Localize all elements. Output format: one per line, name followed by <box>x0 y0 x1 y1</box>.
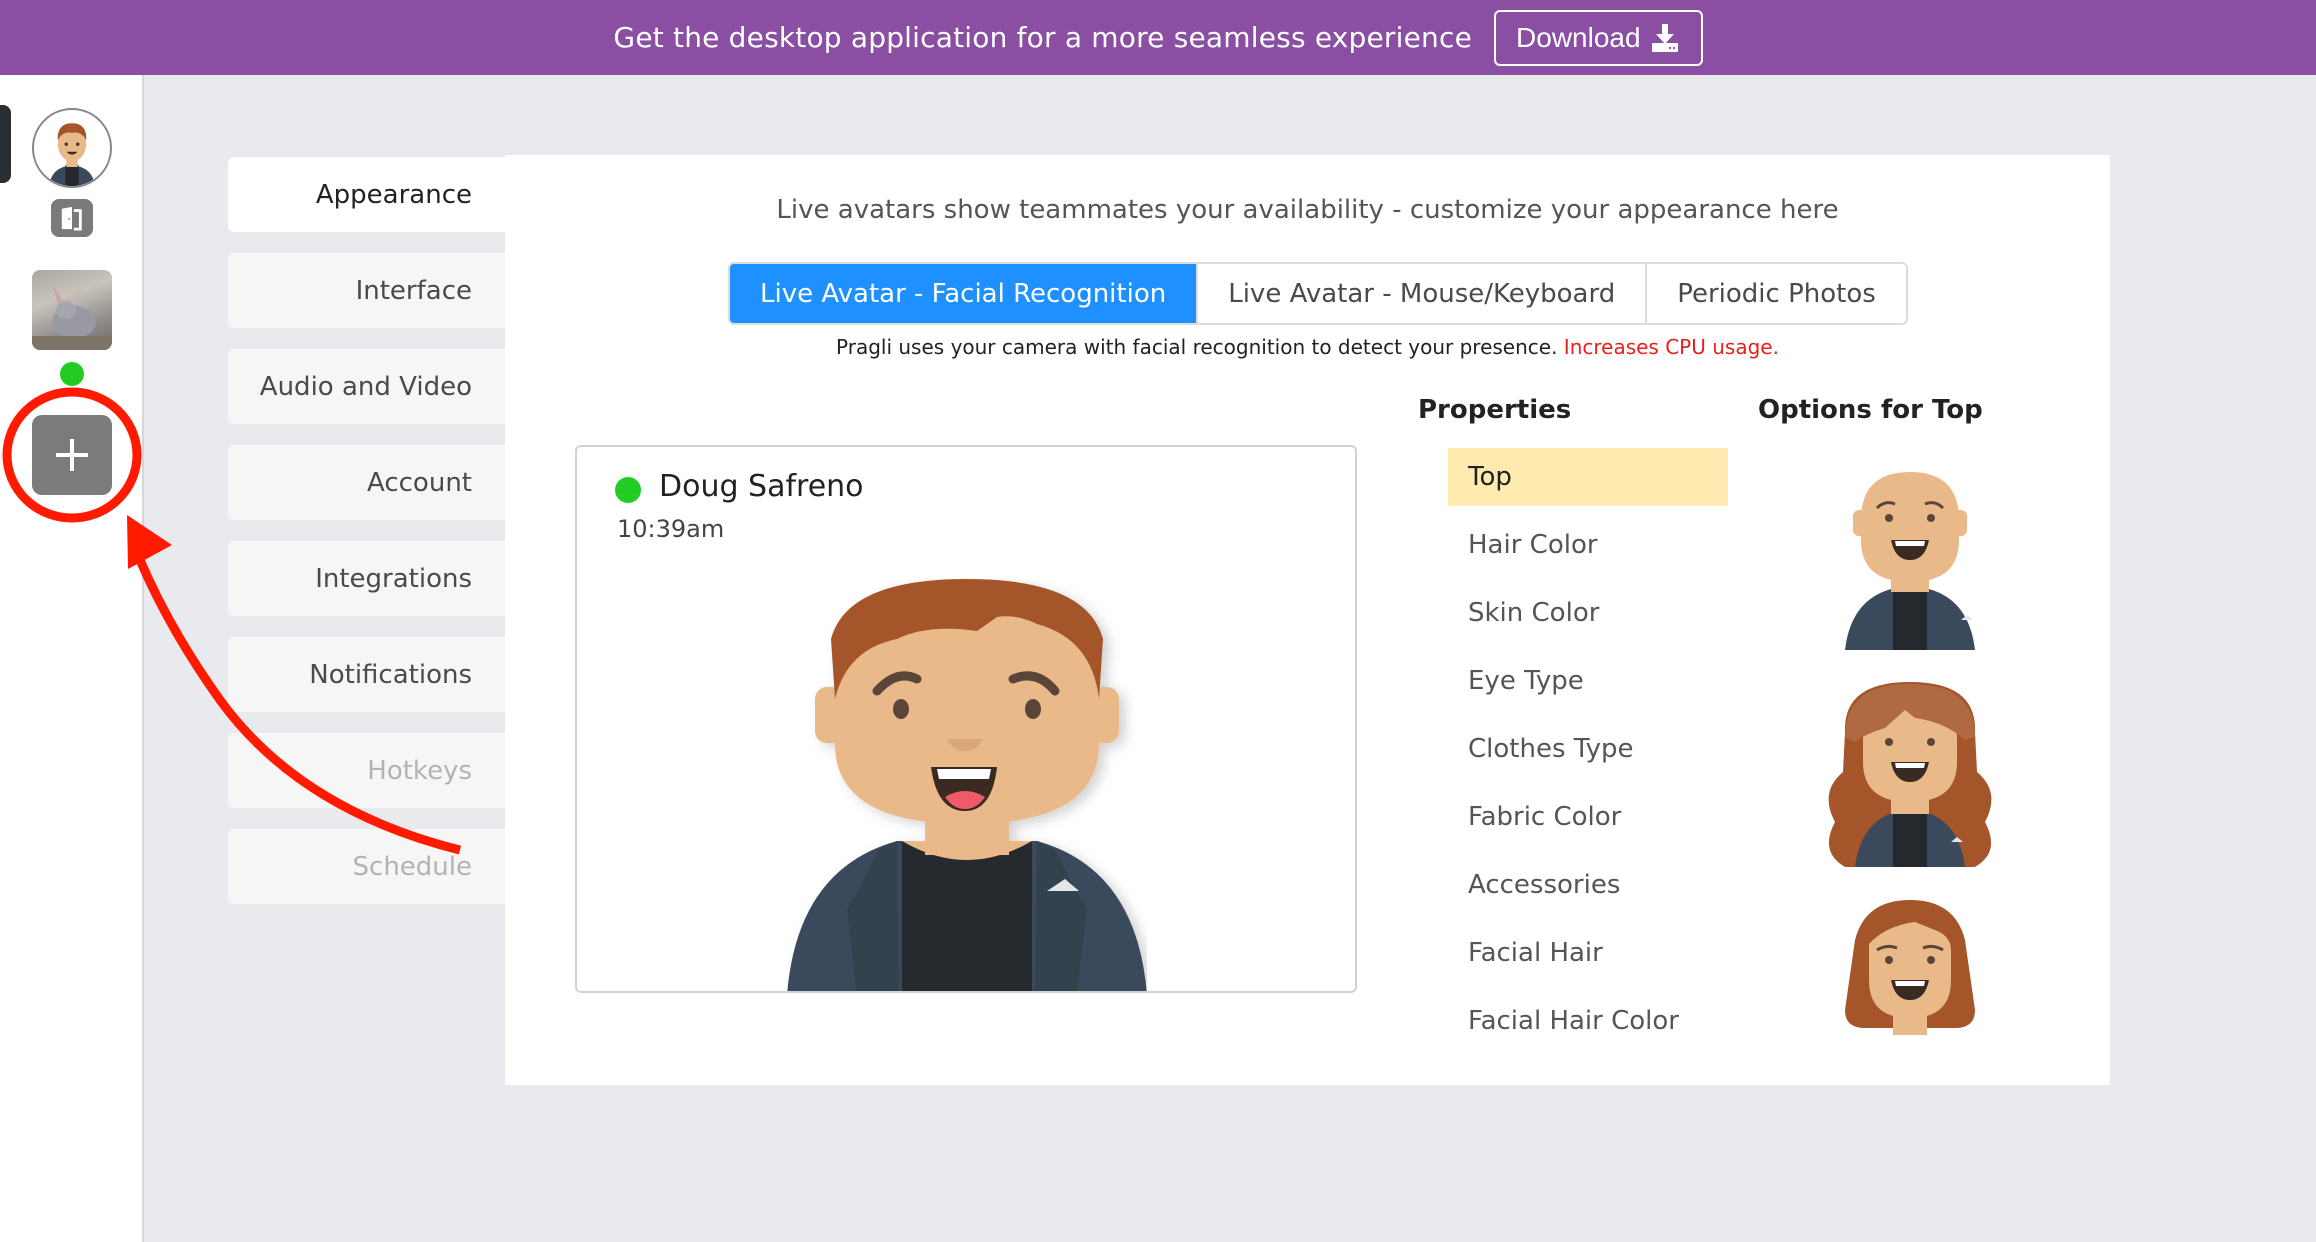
option-bob-hair[interactable] <box>1825 900 1995 1035</box>
team-rail <box>0 75 144 1242</box>
add-team-button[interactable] <box>32 415 112 495</box>
nav-item-account[interactable]: Account <box>228 445 505 520</box>
user-name: Doug Safreno <box>659 469 864 504</box>
property-hair-color[interactable]: Hair Color <box>1448 516 1728 574</box>
property-skin-color[interactable]: Skin Color <box>1448 584 1728 642</box>
tab-description-text: Pragli uses your camera with facial reco… <box>836 335 1558 359</box>
download-icon <box>1651 23 1678 52</box>
intro-text: Live avatars show teammates your availab… <box>776 195 1839 225</box>
nav-item-interface[interactable]: Interface <box>228 253 505 328</box>
properties-title: Properties <box>1418 395 1572 425</box>
avatar-illustration <box>787 579 1147 991</box>
desktop-app-banner: Get the desktop application for a more s… <box>0 0 2316 75</box>
team-photo[interactable] <box>32 270 112 350</box>
property-facial-hair[interactable]: Facial Hair <box>1448 924 1728 982</box>
nav-item-audio-and-video[interactable]: Audio and Video <box>228 349 505 424</box>
nav-item-integrations[interactable]: Integrations <box>228 541 505 616</box>
door-icon <box>61 206 82 231</box>
user-avatar[interactable] <box>32 108 112 188</box>
active-indicator <box>0 105 11 183</box>
avatar-preview-card: Doug Safreno 10:39am <box>575 445 1357 993</box>
properties-list: Top Hair Color Skin Color Eye Type Cloth… <box>1448 448 1728 1060</box>
plus-icon <box>56 439 88 471</box>
tab-facial-recognition[interactable]: Live Avatar - Facial Recognition <box>730 264 1199 323</box>
tab-periodic-photos[interactable]: Periodic Photos <box>1647 264 1906 323</box>
settings-nav: Appearance Interface Audio and Video Acc… <box>228 157 505 925</box>
door-button[interactable] <box>51 199 93 237</box>
nav-item-schedule: Schedule <box>228 829 505 904</box>
avatar-icon <box>49 123 95 186</box>
avatar-mode-tabs: Live Avatar - Facial Recognition Live Av… <box>728 262 1908 325</box>
banner-message: Get the desktop application for a more s… <box>613 21 1473 54</box>
nav-item-hotkeys: Hotkeys <box>228 733 505 808</box>
nav-item-appearance[interactable]: Appearance <box>228 157 505 232</box>
property-fabric-color[interactable]: Fabric Color <box>1448 788 1728 846</box>
photo-icon <box>32 284 112 350</box>
online-status-dot <box>60 362 84 386</box>
tab-description: Pragli uses your camera with facial reco… <box>505 335 2110 359</box>
cpu-warning: Increases CPU usage. <box>1563 335 1779 359</box>
option-bald[interactable] <box>1825 470 1995 650</box>
option-long-wavy-hair[interactable] <box>1825 682 1995 867</box>
property-clothes-type[interactable]: Clothes Type <box>1448 720 1728 778</box>
download-label: Download <box>1516 21 1641 53</box>
property-accessories[interactable]: Accessories <box>1448 856 1728 914</box>
appearance-panel: Live avatars show teammates your availab… <box>505 155 2110 1085</box>
nav-item-notifications[interactable]: Notifications <box>228 637 505 712</box>
property-eye-type[interactable]: Eye Type <box>1448 652 1728 710</box>
property-facial-hair-color[interactable]: Facial Hair Color <box>1448 992 1728 1050</box>
presence-status-dot <box>615 477 641 503</box>
local-time: 10:39am <box>617 515 725 543</box>
property-top[interactable]: Top <box>1448 448 1728 506</box>
options-title: Options for Top <box>1758 395 1983 425</box>
tab-mouse-keyboard[interactable]: Live Avatar - Mouse/Keyboard <box>1198 264 1648 323</box>
download-button[interactable]: Download <box>1494 9 1703 66</box>
